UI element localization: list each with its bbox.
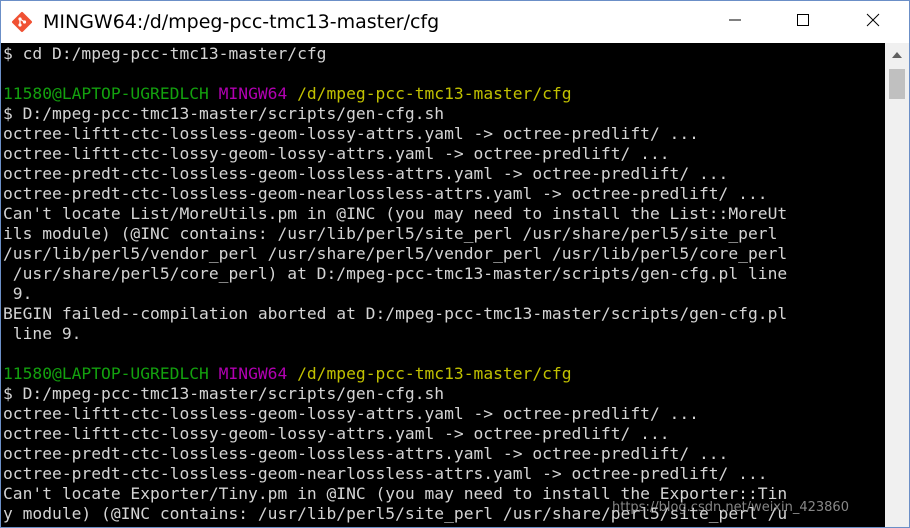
terminal-line: octree-predt-ctc-lossless-geom-lossless-… [3, 164, 787, 184]
terminal-line: octree-liftt-ctc-lossless-geom-lossy-att… [3, 124, 787, 144]
watermark-text: https://blog.csdn.net/weixin_423860 [612, 500, 849, 515]
terminal-text-segment: MINGW64 [218, 364, 298, 383]
close-icon [866, 13, 880, 32]
terminal-text-segment: octree-predt-ctc-lossless-geom-lossless-… [3, 444, 729, 463]
maximize-icon [796, 13, 810, 32]
terminal-text-segment: ils module) (@INC contains: /usr/lib/per… [3, 224, 778, 243]
terminal-text-segment: /usr/share/perl5/core_perl) at D:/mpeg-p… [3, 264, 788, 283]
terminal-line: octree-predt-ctc-lossless-geom-nearlossl… [3, 464, 787, 484]
terminal-text-segment: 11580@LAPTOP-UGREDLCH [3, 84, 219, 103]
scroll-thumb[interactable] [889, 69, 905, 99]
terminal-line: $ cd D:/mpeg-pcc-tmc13-master/cfg [3, 44, 787, 64]
terminal-line: octree-liftt-ctc-lossless-geom-lossy-att… [3, 404, 787, 424]
terminal-line: octree-predt-ctc-lossless-geom-nearlossl… [3, 184, 787, 204]
window-title: MINGW64:/d/mpeg-pcc-tmc13-master/cfg [43, 11, 440, 33]
terminal-text-segment: /usr/lib/perl5/vendor_perl /usr/share/pe… [3, 244, 788, 263]
terminal-text-segment: octree-predt-ctc-lossless-geom-nearlossl… [3, 184, 768, 203]
chevron-up-icon [892, 45, 902, 63]
vertical-scrollbar[interactable] [885, 43, 909, 527]
terminal-window: MINGW64:/d/mpeg-pcc-tmc13-master/cfg $ c… [0, 0, 910, 528]
terminal-text-segment: octree-liftt-ctc-lossless-geom-lossy-att… [3, 124, 699, 143]
terminal-text-segment: $ cd D:/mpeg-pcc-tmc13-master/cfg [3, 44, 327, 63]
terminal-text-segment: octree-predt-ctc-lossless-geom-nearlossl… [3, 464, 768, 483]
terminal-text-segment: BEGIN failed--compilation aborted at D:/… [3, 304, 788, 323]
terminal-text-segment: line 9. [3, 324, 82, 343]
terminal-text-segment: Can't locate List/MoreUtils.pm in @INC (… [3, 204, 788, 223]
terminal-line: 11580@LAPTOP-UGREDLCH MINGW64 /d/mpeg-pc… [3, 84, 787, 104]
terminal-text-segment: octree-liftt-ctc-lossy-geom-lossy-attrs.… [3, 424, 670, 443]
minimize-icon [728, 13, 742, 32]
terminal-line: 9. [3, 284, 787, 304]
scroll-up-button[interactable] [885, 43, 909, 65]
terminal-line: /usr/share/perl5/core_perl) at D:/mpeg-p… [3, 264, 787, 284]
terminal-text-segment: 11580@LAPTOP-UGREDLCH [3, 364, 219, 383]
maximize-button[interactable] [780, 1, 826, 43]
terminal-line: line 9. [3, 324, 787, 344]
terminal-text-segment: /d/mpeg-pcc-tmc13-master/cfg [297, 364, 572, 383]
terminal-line: octree-predt-ctc-lossless-geom-lossless-… [3, 444, 787, 464]
close-button[interactable] [850, 1, 896, 43]
terminal-line: ils module) (@INC contains: /usr/lib/per… [3, 224, 787, 244]
terminal-line: octree-liftt-ctc-lossy-geom-lossy-attrs.… [3, 424, 787, 444]
title-bar[interactable]: MINGW64:/d/mpeg-pcc-tmc13-master/cfg [1, 1, 909, 43]
terminal-text-segment: /d/mpeg-pcc-tmc13-master/cfg [297, 84, 572, 103]
terminal-text-segment: MINGW64 [218, 84, 298, 103]
terminal-line: $ D:/mpeg-pcc-tmc13-master/scripts/gen-c… [3, 384, 787, 404]
git-bash-icon [11, 11, 33, 33]
terminal-output[interactable]: $ cd D:/mpeg-pcc-tmc13-master/cfg 11580@L… [1, 43, 885, 527]
terminal-text-segment: $ D:/mpeg-pcc-tmc13-master/scripts/gen-c… [3, 104, 445, 123]
terminal-text-segment: octree-liftt-ctc-lossless-geom-lossy-att… [3, 404, 699, 423]
terminal-text-segment: octree-predt-ctc-lossless-geom-lossless-… [3, 164, 729, 183]
terminal-line: 11580@LAPTOP-UGREDLCH MINGW64 /d/mpeg-pc… [3, 364, 787, 384]
terminal-line: Can't locate List/MoreUtils.pm in @INC (… [3, 204, 787, 224]
terminal-line: BEGIN failed--compilation aborted at D:/… [3, 304, 787, 324]
terminal-line: $ D:/mpeg-pcc-tmc13-master/scripts/gen-c… [3, 104, 787, 124]
terminal-lines: $ cd D:/mpeg-pcc-tmc13-master/cfg 11580@L… [3, 44, 787, 524]
terminal-text-segment: 9. [3, 284, 33, 303]
terminal-text-segment: $ D:/mpeg-pcc-tmc13-master/scripts/gen-c… [3, 384, 445, 403]
terminal-text-segment: octree-liftt-ctc-lossy-geom-lossy-attrs.… [3, 144, 670, 163]
terminal-line: octree-liftt-ctc-lossy-geom-lossy-attrs.… [3, 144, 787, 164]
terminal-line: /usr/lib/perl5/vendor_perl /usr/share/pe… [3, 244, 787, 264]
minimize-button[interactable] [712, 1, 758, 43]
